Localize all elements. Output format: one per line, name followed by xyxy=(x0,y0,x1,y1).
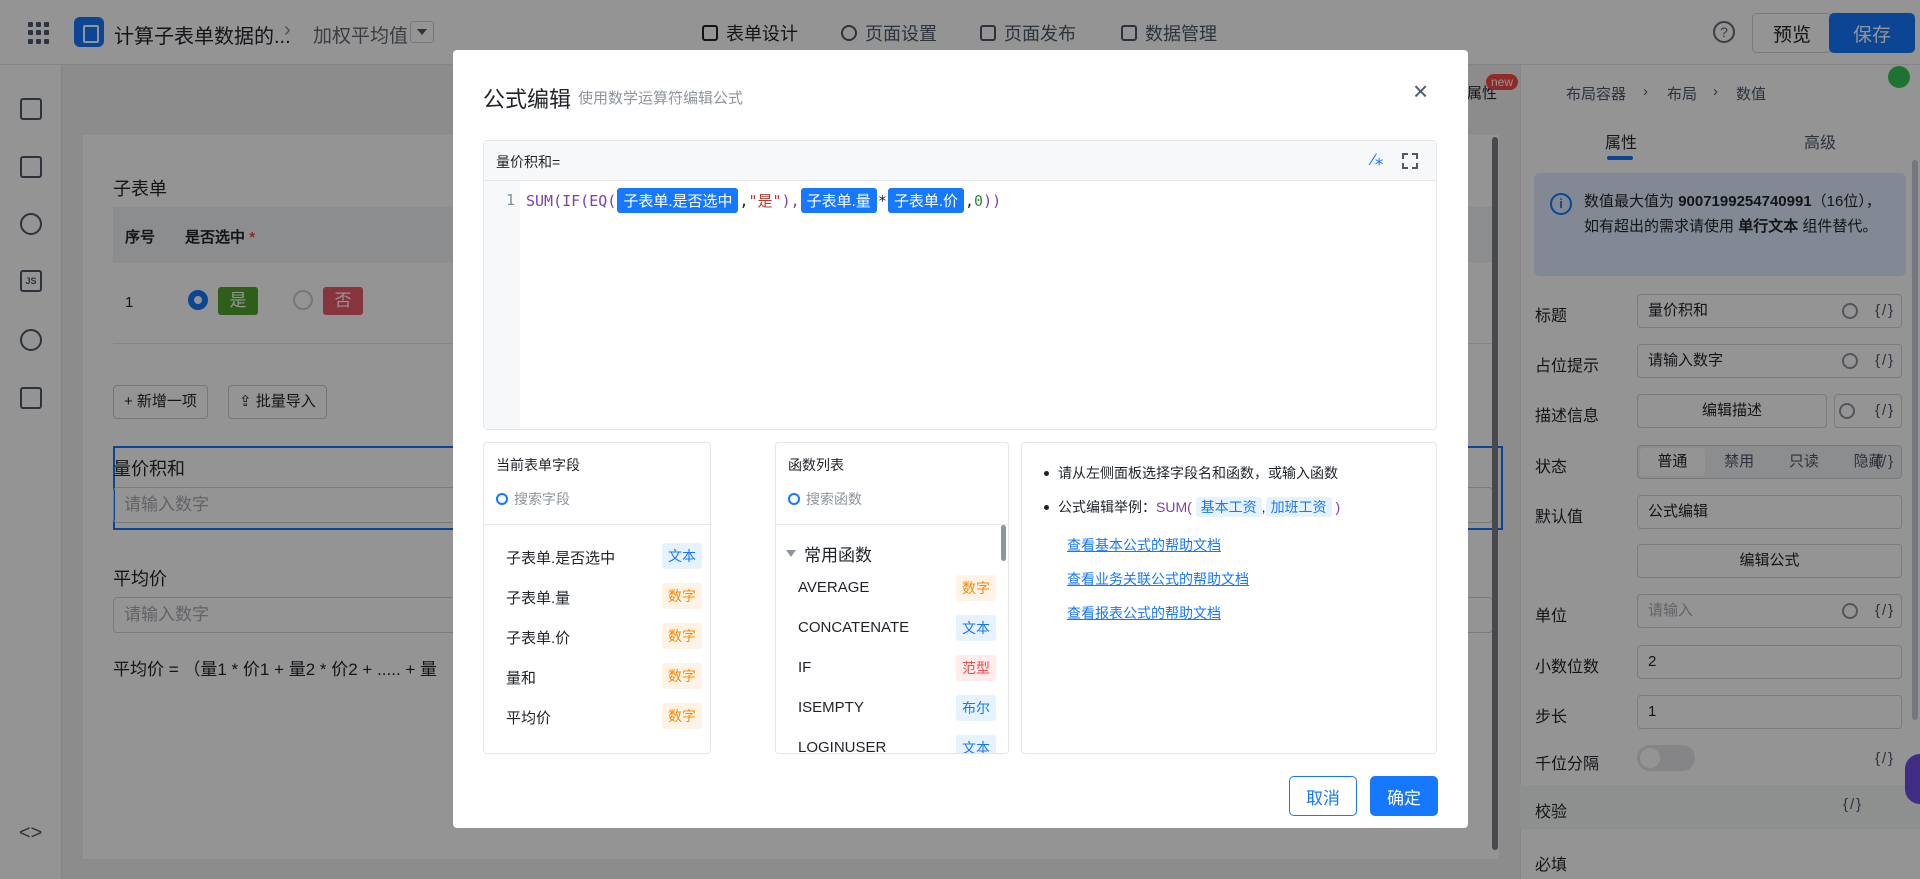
editor-target-label: 量价积和= xyxy=(496,154,561,170)
close-icon[interactable]: × xyxy=(1413,78,1428,104)
formula-code[interactable]: SUM(IF(EQ( 子表单.是否选中 , "是" ), 子表单.量 * 子表单… xyxy=(526,188,1001,213)
magic-wand-icon[interactable]: ⁄⁎ xyxy=(1372,150,1383,170)
functions-search-input[interactable]: 搜索函数 xyxy=(788,489,862,509)
fn-group-common[interactable]: 常用函数 xyxy=(786,541,872,566)
help-tip: 请从左侧面板选择字段名和函数，或输入函数 xyxy=(1042,461,1340,495)
search-icon xyxy=(496,493,508,505)
line-number: 1 xyxy=(506,191,516,209)
function-item[interactable]: AVERAGE xyxy=(798,579,869,596)
function-item[interactable]: LOGINUSER xyxy=(798,739,886,753)
field-item[interactable]: 量和 xyxy=(506,667,536,688)
editor-gutter xyxy=(484,181,520,429)
editor-header: 量价积和= ⁄⁎ xyxy=(484,141,1436,181)
function-item[interactable]: ISEMPTY xyxy=(798,699,864,716)
caret-down-icon xyxy=(786,550,796,557)
formula-editor[interactable]: 量价积和= ⁄⁎ 1 SUM(IF(EQ( 子表单.是否选中 , "是" ), … xyxy=(483,140,1437,430)
type-badge: 文本 xyxy=(956,735,996,753)
field-item[interactable]: 子表单.量 xyxy=(506,587,570,608)
formula-editor-dialog: 公式编辑 使用数学运算符编辑公式 × 量价积和= ⁄⁎ 1 SUM(IF(EQ(… xyxy=(453,50,1468,828)
field-item[interactable]: 子表单.是否选中 xyxy=(506,547,615,568)
help-tip-example: 公式编辑举例：SUM( 基本工资, 加班工资 ) xyxy=(1042,495,1340,529)
code-number: 0 xyxy=(974,191,984,210)
code-comma: , xyxy=(965,191,975,210)
code-operator: * xyxy=(877,191,887,210)
type-badge: 数字 xyxy=(956,575,996,601)
type-badge: 文本 xyxy=(956,615,996,641)
dialog-title: 公式编辑 xyxy=(483,87,572,112)
type-badge: 布尔 xyxy=(956,695,996,721)
code-string: "是" xyxy=(748,192,782,210)
fn-group-label: 常用函数 xyxy=(804,546,872,565)
fields-panel: 当前表单字段 搜索字段 子表单.是否选中 文本 子表单.量 数字 子表单.价 数… xyxy=(483,442,711,754)
cancel-button[interactable]: 取消 xyxy=(1289,776,1357,816)
help-link-report[interactable]: 查看报表公式的帮助文档 xyxy=(1067,603,1221,623)
field-item[interactable]: 子表单.价 xyxy=(506,627,570,648)
code-paren: ), xyxy=(781,191,800,210)
function-item[interactable]: IF xyxy=(798,659,811,676)
type-badge: 范型 xyxy=(956,655,996,681)
fullscreen-icon[interactable] xyxy=(1402,153,1418,169)
confirm-button[interactable]: 确定 xyxy=(1370,776,1438,816)
type-badge: 文本 xyxy=(662,543,702,569)
type-badge: 数字 xyxy=(662,623,702,649)
field-item[interactable]: 平均价 xyxy=(506,707,551,728)
code-field-pill[interactable]: 子表单.是否选中 xyxy=(617,188,739,213)
functions-panel: 函数列表 搜索函数 常用函数 AVERAGE 数字 CONCATENATE 文本… xyxy=(775,442,1009,754)
help-link-business[interactable]: 查看业务关联公式的帮助文档 xyxy=(1067,569,1249,589)
divider xyxy=(776,524,1008,525)
functions-search-placeholder: 搜索函数 xyxy=(806,491,862,507)
help-tips: 请从左侧面板选择字段名和函数，或输入函数 公式编辑举例：SUM( 基本工资, 加班… xyxy=(1042,461,1340,529)
type-badge: 数字 xyxy=(662,703,702,729)
fields-search-placeholder: 搜索字段 xyxy=(514,491,570,507)
functions-scrollbar[interactable] xyxy=(1001,525,1006,561)
code-field-pill[interactable]: 子表单.量 xyxy=(800,188,877,213)
fields-search-input[interactable]: 搜索字段 xyxy=(496,489,570,509)
help-panel: 请从左侧面板选择字段名和函数，或输入函数 公式编辑举例：SUM( 基本工资, 加班… xyxy=(1021,442,1437,754)
type-badge: 数字 xyxy=(662,583,702,609)
fields-panel-title: 当前表单字段 xyxy=(496,457,580,473)
search-icon xyxy=(788,493,800,505)
function-item[interactable]: CONCATENATE xyxy=(798,619,909,636)
code-paren: )) xyxy=(983,191,1002,210)
type-badge: 数字 xyxy=(662,663,702,689)
divider xyxy=(484,524,710,525)
code-field-pill[interactable]: 子表单.价 xyxy=(887,188,965,213)
code-fn: SUM(IF(EQ( xyxy=(526,191,617,210)
dialog-subtitle: 使用数学运算符编辑公式 xyxy=(578,90,744,107)
help-link-basic[interactable]: 查看基本公式的帮助文档 xyxy=(1067,535,1221,555)
functions-panel-title: 函数列表 xyxy=(788,457,844,473)
code-comma: , xyxy=(739,191,749,210)
